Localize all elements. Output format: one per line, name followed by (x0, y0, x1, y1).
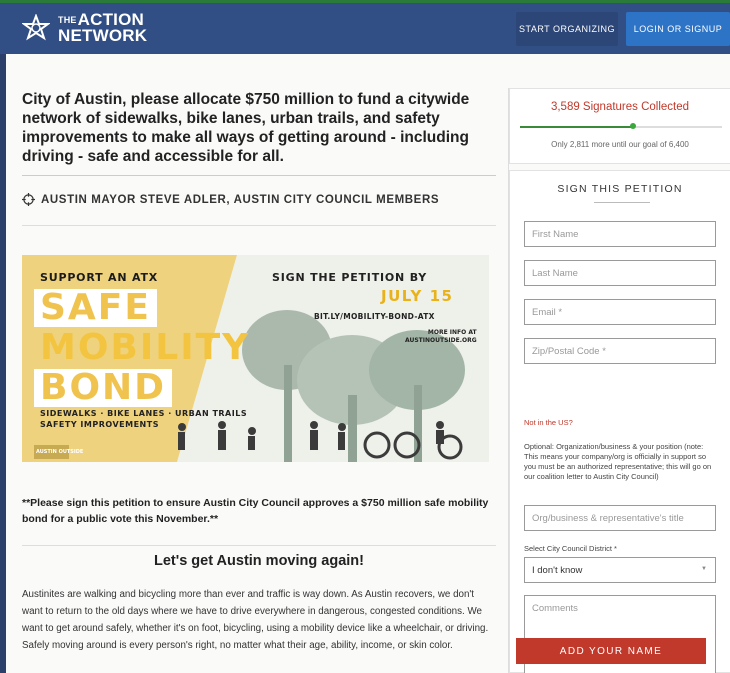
petition-subhead: Let's get Austin moving again! (154, 553, 364, 569)
login-signup-button[interactable]: LOGIN OR SIGNUP (626, 12, 730, 46)
page-content: City of Austin, please allocate $750 mil… (6, 54, 730, 673)
banner-sign-text: SIGN THE PETITION BY (272, 271, 428, 284)
first-name-input[interactable]: First Name (524, 221, 716, 247)
district-select[interactable]: I don't know ▼ (524, 557, 716, 583)
district-label: Select City Council District * (524, 544, 617, 553)
crosshair-icon (22, 193, 35, 206)
banner-tags-1: SIDEWALKS · BIKE LANES · URBAN TRAILS (40, 409, 248, 418)
signature-progress-bar (520, 123, 722, 129)
banner-more-info-2: AUSTINOUTSIDE.ORG (405, 337, 477, 344)
austin-outside-logo: AUSTIN OUTSIDE (36, 449, 84, 455)
logo-network: NETWORK (58, 26, 148, 45)
banner-support-text: SUPPORT AN ATX (40, 271, 159, 284)
chevron-down-icon: ▼ (701, 566, 707, 572)
action-network-logo[interactable]: THEACTION NETWORK (22, 11, 148, 45)
petition-target: AUSTIN MAYOR STEVE ADLER, AUSTIN CITY CO… (22, 193, 496, 226)
last-name-input[interactable]: Last Name (524, 260, 716, 286)
petition-body: Austinites are walking and bicycling mor… (22, 589, 489, 651)
petition-main: City of Austin, please allocate $750 mil… (22, 90, 496, 651)
banner-more-info: MORE INFO AT AUSTINOUTSIDE.ORG (405, 329, 477, 345)
banner-tags-2: SAFETY IMPROVEMENTS (40, 420, 159, 429)
signature-count: 3,589 Signatures Collected (550, 101, 690, 113)
district-selected-value: I don't know (532, 565, 583, 576)
banner-bond-text: BOND (34, 369, 173, 407)
banner-tags: SIDEWALKS · BIKE LANES · URBAN TRAILS SA… (40, 408, 247, 430)
sign-petition-form: SIGN THIS PETITION First Name Last Name … (509, 170, 730, 673)
form-heading: SIGN THIS PETITION (557, 183, 683, 195)
add-your-name-button[interactable]: ADD YOUR NAME (516, 638, 706, 664)
progress-fill (520, 126, 634, 128)
petition-note: **Please sign this petition to ensure Au… (22, 495, 496, 546)
signature-goal: Only 2,811 more until our goal of 6,400 (551, 140, 689, 149)
start-organizing-button[interactable]: START ORGANIZING (516, 12, 618, 46)
heading-divider (594, 202, 650, 203)
banner-more-info-1: MORE INFO AT (427, 329, 477, 336)
target-text: AUSTIN MAYOR STEVE ADLER, AUSTIN CITY CO… (41, 193, 440, 206)
petition-title: City of Austin, please allocate $750 mil… (22, 90, 496, 176)
logo-the: THE (58, 15, 77, 25)
signature-sidebar: 3,589 Signatures Collected Only 2,811 mo… (508, 88, 730, 673)
star-logo-icon (22, 14, 50, 41)
org-title-input[interactable]: Org/business & representative's title (524, 505, 716, 531)
optional-org-note: Optional: Organization/business & your p… (524, 442, 712, 481)
zip-code-input[interactable]: Zip/Postal Code * (524, 338, 716, 364)
banner-safe-text: SAFE (34, 289, 157, 327)
banner-mobility-text: MOBILITY (40, 327, 251, 368)
banner-date-text: JULY 15 (381, 287, 454, 305)
signature-progress-box: 3,589 Signatures Collected Only 2,811 mo… (509, 88, 730, 164)
banner-url-text: BIT.LY/MOBILITY-BOND-ATX (314, 312, 435, 321)
top-navbar: THEACTION NETWORK START ORGANIZING LOGIN… (0, 0, 730, 54)
petition-banner-image: SUPPORT AN ATX SAFE MOBILITY BOND SIGN T… (22, 255, 489, 462)
email-input[interactable]: Email * (524, 299, 716, 325)
not-in-us-link[interactable]: Not in the US? (524, 418, 573, 427)
progress-marker (630, 123, 637, 129)
